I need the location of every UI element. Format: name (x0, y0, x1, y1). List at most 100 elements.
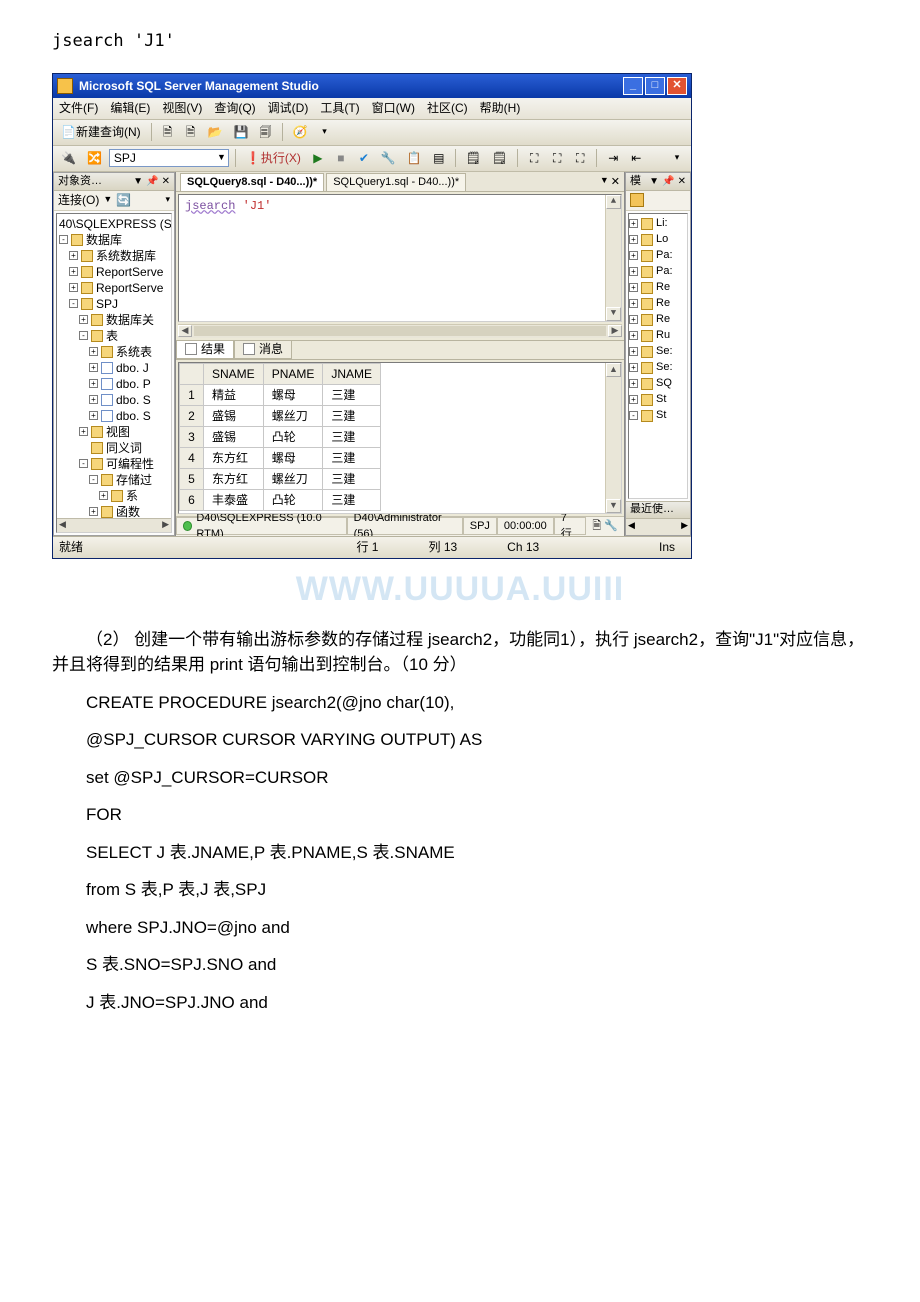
tree-node[interactable]: +dbo. J (57, 360, 171, 376)
expand-icon[interactable]: + (69, 267, 78, 276)
new-db-query-icon[interactable]: 🗎 (158, 122, 178, 142)
tree-node[interactable]: +St (629, 392, 687, 408)
menu-community[interactable]: 社区(C) (427, 99, 468, 117)
close-button[interactable]: ✕ (667, 77, 687, 95)
connect-icon[interactable]: 🔌 (57, 148, 80, 168)
tree-node[interactable]: +Lo (629, 232, 687, 248)
scrollbar-horizontal[interactable]: ◀▶ (57, 518, 171, 532)
tree-node[interactable]: -数据库 (57, 232, 171, 248)
table-row[interactable]: 5东方红螺丝刀三建 (180, 468, 381, 489)
tree-node[interactable]: +ReportServe (57, 264, 171, 280)
tree-node[interactable]: +dbo. S (57, 408, 171, 424)
scroll-right-icon[interactable]: ▶ (608, 325, 622, 337)
expand-icon[interactable]: - (89, 475, 98, 484)
table-row[interactable]: 2盛锡螺丝刀三建 (180, 405, 381, 426)
tree-node[interactable]: +Re (629, 296, 687, 312)
refresh-icon[interactable]: 🔄 (116, 191, 131, 209)
template-icon[interactable]: ⛶ (547, 148, 567, 168)
menu-help[interactable]: 帮助(H) (480, 99, 521, 117)
menu-file[interactable]: 文件(F) (59, 99, 98, 117)
save-icon[interactable]: 💾 (230, 122, 253, 142)
template-root-icon[interactable] (630, 193, 644, 207)
change-connection-icon[interactable]: 🔀 (83, 148, 106, 168)
expand-icon[interactable]: + (629, 347, 638, 356)
connect-dropdown-icon[interactable]: ▼ (103, 193, 112, 207)
open-icon[interactable]: 📂 (204, 122, 227, 142)
intellisense-icon[interactable]: 📋 (403, 148, 426, 168)
tree-node[interactable]: +Pa: (629, 248, 687, 264)
results-tab[interactable]: 结果 (176, 341, 234, 359)
messages-tab[interactable]: 消息 (234, 341, 292, 359)
editor-scrollbar-horizontal[interactable]: ◀ ▶ (178, 324, 622, 338)
scroll-left-icon[interactable]: ◀ (628, 519, 635, 535)
save-all-icon[interactable]: 🗐 (256, 122, 276, 142)
sql-editor[interactable]: jsearch 'J1' ▲ ▼ (178, 194, 622, 322)
editor-scrollbar-vertical[interactable]: ▲ ▼ (605, 195, 621, 321)
toolbar-overflow-icon[interactable]: ▾ (314, 122, 334, 142)
tree-node[interactable]: +系统数据库 (57, 248, 171, 264)
dropdown-icon[interactable]: ▼ (649, 176, 659, 187)
tree-node[interactable]: +视图 (57, 424, 171, 440)
grid-header[interactable] (180, 363, 204, 384)
menu-view[interactable]: 视图(V) (162, 99, 202, 117)
expand-icon[interactable]: + (629, 251, 638, 260)
options-icon[interactable]: ⛶ (570, 148, 590, 168)
tree-node[interactable]: 同义词 (57, 440, 171, 456)
toolbar-overflow-icon[interactable]: ▾ (667, 148, 687, 168)
menu-debug[interactable]: 调试(D) (268, 99, 309, 117)
scroll-down-icon[interactable]: ▼ (606, 499, 621, 513)
expand-icon[interactable]: + (629, 267, 638, 276)
tree-node[interactable]: +Re (629, 280, 687, 296)
tree-node[interactable]: +系 (57, 488, 171, 504)
database-selector[interactable]: SPJ ▼ (109, 149, 229, 167)
tab-dropdown-icon[interactable]: ▼ (600, 174, 609, 191)
tab-query1[interactable]: SQLQuery1.sql - D40...))* (326, 173, 466, 191)
expand-icon[interactable]: - (59, 235, 68, 244)
expand-icon[interactable]: + (629, 219, 638, 228)
tree-node[interactable]: -存储过 (57, 472, 171, 488)
grid-header[interactable]: PNAME (263, 363, 323, 384)
menu-window[interactable]: 窗口(W) (372, 99, 415, 117)
results-grid[interactable]: SNAMEPNAMEJNAME1精益螺母三建2盛锡螺丝刀三建3盛锡凸轮三建4东方… (179, 363, 381, 511)
expand-icon[interactable]: + (89, 507, 98, 516)
expand-icon[interactable]: - (69, 299, 78, 308)
table-row[interactable]: 3盛锡凸轮三建 (180, 426, 381, 447)
tree-node[interactable]: +SQ (629, 376, 687, 392)
expand-icon[interactable]: + (629, 331, 638, 340)
filter-icon[interactable]: ▾ (165, 193, 170, 207)
tree-node[interactable]: +Li: (629, 216, 687, 232)
indent-icon[interactable]: ⇥ (603, 148, 623, 168)
grid-header[interactable]: SNAME (204, 363, 264, 384)
tree-node[interactable]: +系统表 (57, 344, 171, 360)
table-row[interactable]: 4东方红螺母三建 (180, 447, 381, 468)
expand-icon[interactable]: + (89, 379, 98, 388)
expand-icon[interactable]: + (99, 491, 108, 500)
tree-node[interactable]: +ReportServe (57, 280, 171, 296)
expand-icon[interactable]: + (629, 283, 638, 292)
connect-link[interactable]: 连接(O) (58, 191, 99, 209)
tree-node[interactable]: -可编程性 (57, 456, 171, 472)
expand-icon[interactable]: + (629, 315, 638, 324)
menu-edit[interactable]: 编辑(E) (110, 99, 150, 117)
table-row[interactable]: 1精益螺母三建 (180, 384, 381, 405)
tree-node[interactable]: -表 (57, 328, 171, 344)
grid-scrollbar-vertical[interactable]: ▲ ▼ (605, 363, 621, 513)
tree-node[interactable]: +Se: (629, 360, 687, 376)
include-plan-icon[interactable]: 🗒 (462, 148, 485, 168)
activity-monitor-icon[interactable]: 🧭 (289, 122, 312, 142)
new-file-icon[interactable]: 🗎 (181, 122, 201, 142)
scroll-right-icon[interactable]: ▶ (681, 519, 688, 535)
new-query-button[interactable]: 📄 新建查询(N) (57, 122, 145, 142)
expand-icon[interactable]: + (629, 379, 638, 388)
panel-close-icon[interactable]: ✕ (678, 176, 686, 187)
expand-icon[interactable]: + (629, 395, 638, 404)
expand-icon[interactable]: + (89, 363, 98, 372)
expand-icon[interactable]: + (79, 427, 88, 436)
include-stats-icon[interactable]: 🗒 (488, 148, 511, 168)
minimize-button[interactable]: _ (623, 77, 643, 95)
stop-icon[interactable]: ■ (331, 148, 351, 168)
template-tree[interactable]: +Li:+Lo+Pa:+Pa:+Re+Re+Re+Ru+Se:+Se:+SQ+S… (628, 213, 688, 499)
expand-icon[interactable]: - (79, 331, 88, 340)
sqlcmd-icon[interactable]: ⛶ (524, 148, 544, 168)
expand-icon[interactable]: + (89, 395, 98, 404)
